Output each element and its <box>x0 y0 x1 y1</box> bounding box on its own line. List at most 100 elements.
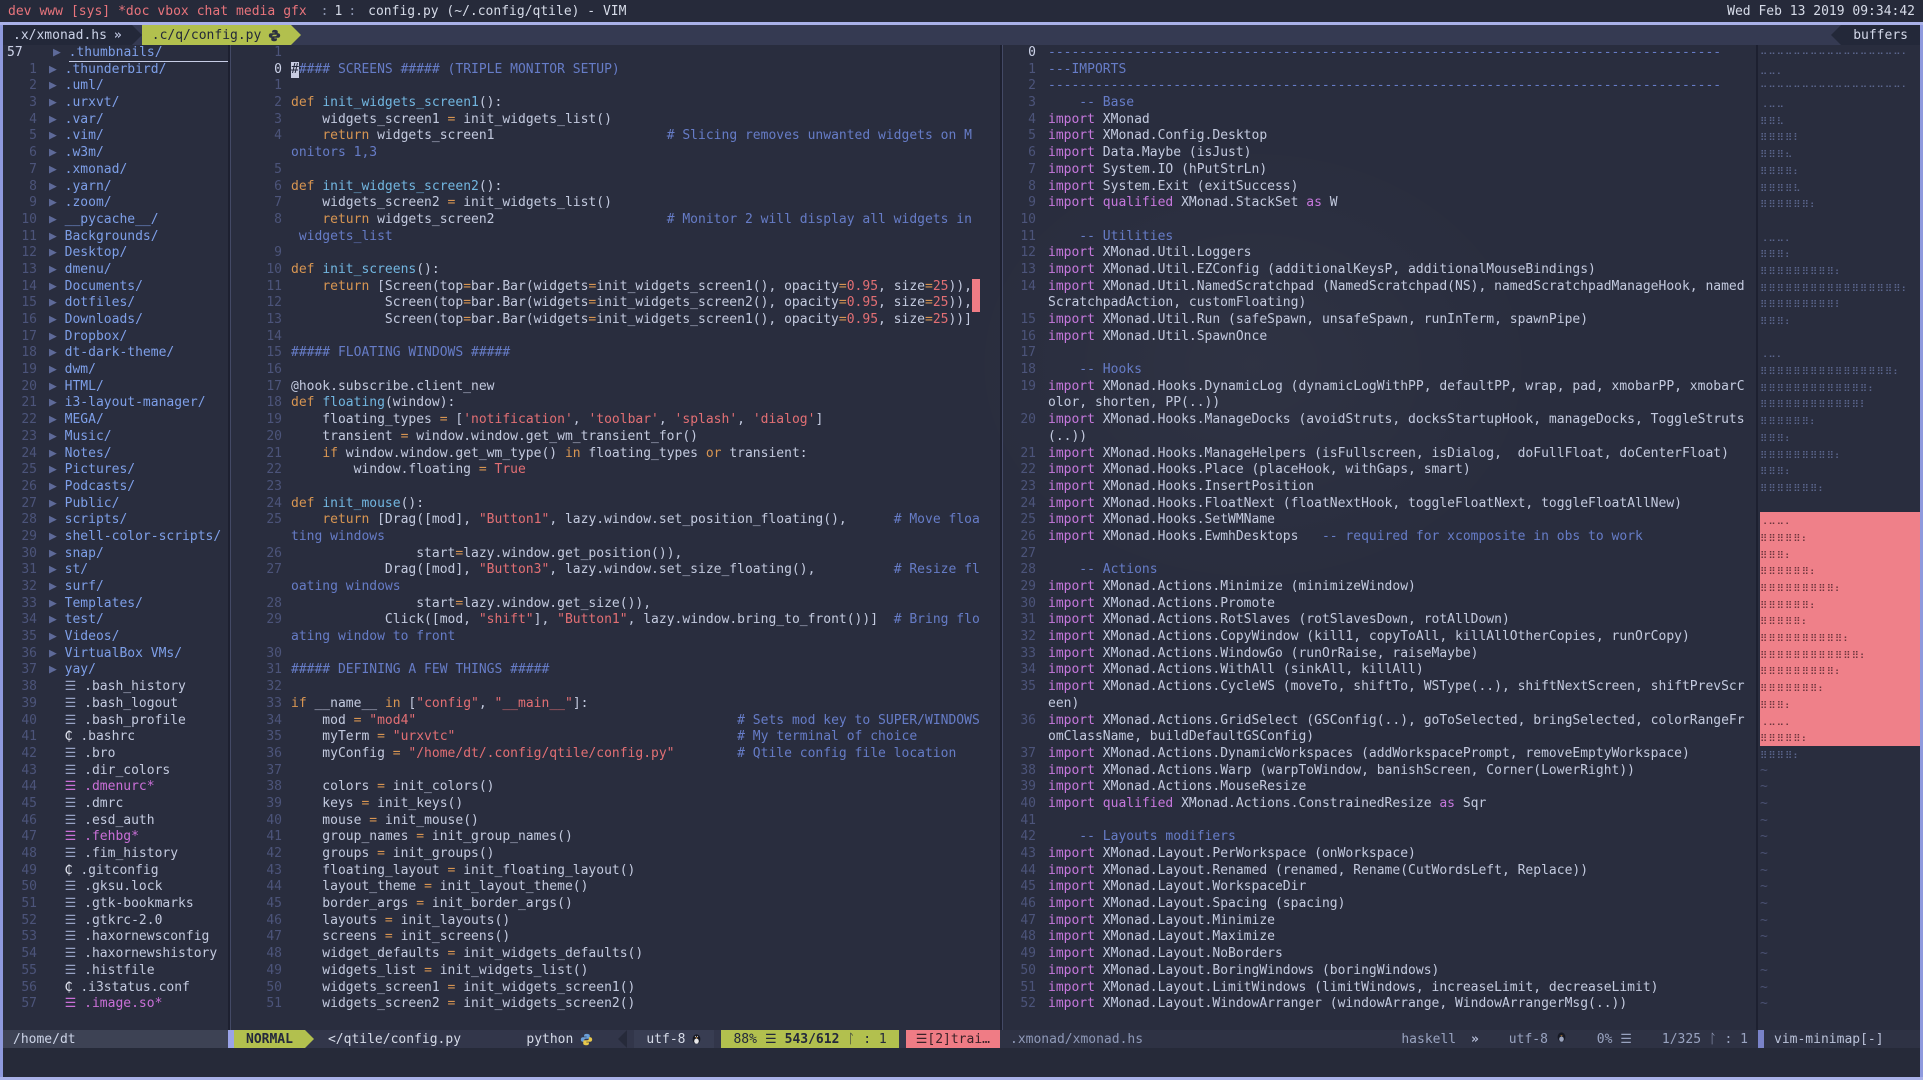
code-line[interactable]: 2---------------------------------------… <box>1006 78 1756 95</box>
code-line[interactable]: 49 widgets_list = init_widgets_list() <box>232 963 1000 980</box>
code-line[interactable]: 45 border_args = init_border_args() <box>232 896 1000 913</box>
code-line[interactable]: 37 <box>232 763 1000 780</box>
code-line[interactable]: 31##### DEFINING A FEW THINGS ##### <box>232 662 1000 679</box>
tree-item[interactable]: 56 ₵ .i3status.conf <box>3 980 228 997</box>
code-line[interactable]: 50import XMonad.Layout.BoringWindows (bo… <box>1006 963 1756 980</box>
code-line[interactable]: 24import XMonad.Hooks.FloatNext (floatNe… <box>1006 496 1756 513</box>
code-line[interactable]: 52import XMonad.Layout.WindowArranger (w… <box>1006 996 1756 1013</box>
tree-item[interactable]: 33▶ Templates/ <box>3 596 228 613</box>
code-line[interactable]: 0##### SCREENS ##### (TRIPLE MONITOR SET… <box>232 62 1000 79</box>
tree-item[interactable]: 43 ☰ .dir_colors <box>3 763 228 780</box>
code-line[interactable]: 4import XMonad <box>1006 112 1756 129</box>
code-line[interactable]: 3 -- Base <box>1006 95 1756 112</box>
tree-item[interactable]: 6▶ .w3m/ <box>3 145 228 162</box>
code-line[interactable]: 7 widgets_screen2 = init_widgets_list() <box>232 195 1000 212</box>
code-line[interactable]: oating windows <box>232 579 1000 596</box>
code-line[interactable]: 17 <box>1006 345 1756 362</box>
code-line[interactable]: 44 layout_theme = init_layout_theme() <box>232 879 1000 896</box>
code-line[interactable]: 5import XMonad.Config.Desktop <box>1006 128 1756 145</box>
code-line[interactable]: 41 group_names = init_group_names() <box>232 829 1000 846</box>
code-line[interactable]: 11 -- Utilities <box>1006 229 1756 246</box>
code-line[interactable]: 21 if window.window.get_wm_type() in flo… <box>232 446 1000 463</box>
tree-item[interactable]: 34▶ test/ <box>3 612 228 629</box>
code-line[interactable]: 16import XMonad.Util.SpawnOnce <box>1006 329 1756 346</box>
workspace-tag[interactable]: media <box>236 4 275 19</box>
tab-xmonad-hs[interactable]: .x/xmonad.hs » <box>3 25 132 45</box>
code-line[interactable]: 14import XMonad.Util.NamedScratchpad (Na… <box>1006 279 1756 296</box>
code-line[interactable]: 34import XMonad.Actions.WithAll (sinkAll… <box>1006 662 1756 679</box>
code-line[interactable]: 6import Data.Maybe (isJust) <box>1006 145 1756 162</box>
tree-item[interactable]: 9▶ .zoom/ <box>3 195 228 212</box>
code-line[interactable]: 22import XMonad.Hooks.Place (placeHook, … <box>1006 462 1756 479</box>
tree-item[interactable]: 42 ☰ .bro <box>3 746 228 763</box>
code-line[interactable]: 37import XMonad.Actions.DynamicWorkspace… <box>1006 746 1756 763</box>
code-line[interactable]: ating window to front <box>232 629 1000 646</box>
code-line[interactable]: ting windows <box>232 529 1000 546</box>
workspace-tags[interactable]: devwww[sys]*docvboxchatmediagfx <box>8 4 315 19</box>
code-line[interactable]: onitors 1,3 <box>232 145 1000 162</box>
workspace-tag[interactable]: dev <box>8 4 31 19</box>
python-editor-pane[interactable]: 10##### SCREENS ##### (TRIPLE MONITOR SE… <box>232 45 1000 1030</box>
tree-item[interactable]: 48 ☰ .fim_history <box>3 846 228 863</box>
workspace-tag[interactable]: *doc <box>118 4 149 19</box>
code-line[interactable]: 1 <box>232 45 1000 62</box>
code-line[interactable]: 19import XMonad.Hooks.DynamicLog (dynami… <box>1006 379 1756 396</box>
tree-item[interactable]: 18▶ dt-dark-theme/ <box>3 345 228 362</box>
code-line[interactable]: 18 -- Hooks <box>1006 362 1756 379</box>
code-line[interactable]: 25 return [Drag([mod], "Button1", lazy.w… <box>232 512 1000 529</box>
tree-item[interactable]: 15▶ dotfiles/ <box>3 295 228 312</box>
tree-item[interactable]: 16▶ Downloads/ <box>3 312 228 329</box>
code-line[interactable]: 1 <box>232 78 1000 95</box>
code-line[interactable]: 48import XMonad.Layout.Maximize <box>1006 929 1756 946</box>
tree-item[interactable]: 44 ☰ .dmenurc* <box>3 779 228 796</box>
tree-item[interactable]: 17▶ Dropbox/ <box>3 329 228 346</box>
workspace-tag[interactable]: [sys] <box>71 4 110 19</box>
tree-item[interactable]: 40 ☰ .bash_profile <box>3 713 228 730</box>
tree-item[interactable]: 21▶ i3-layout-manager/ <box>3 395 228 412</box>
code-line[interactable]: 21import XMonad.Hooks.ManageHelpers (isF… <box>1006 446 1756 463</box>
code-line[interactable]: 32 <box>232 679 1000 696</box>
file-tree-pane[interactable]: 57▶ .thumbnails/1▶ .thunderbird/2▶ .uml/… <box>3 45 228 1030</box>
code-line[interactable]: 8import System.Exit (exitSuccess) <box>1006 179 1756 196</box>
tree-item[interactable]: 35▶ Videos/ <box>3 629 228 646</box>
code-line[interactable]: 51 widgets_screen2 = init_widgets_screen… <box>232 996 1000 1013</box>
code-line[interactable]: 11 return [Screen(top=bar.Bar(widgets=in… <box>232 279 1000 296</box>
code-line[interactable]: 10 <box>1006 212 1756 229</box>
code-line[interactable]: 8 return widgets_screen2 # Monitor 2 wil… <box>232 212 1000 229</box>
code-line[interactable]: 3 widgets_screen1 = init_widgets_list() <box>232 112 1000 129</box>
tree-item[interactable]: 24▶ Notes/ <box>3 446 228 463</box>
code-line[interactable]: 9 <box>232 245 1000 262</box>
code-line[interactable]: 12import XMonad.Util.Loggers <box>1006 245 1756 262</box>
tree-item[interactable]: 41 ₵ .bashrc <box>3 729 228 746</box>
code-line[interactable]: 36import XMonad.Actions.GridSelect (GSCo… <box>1006 713 1756 730</box>
tree-item[interactable]: 54 ☰ .haxornewshistory <box>3 946 228 963</box>
tree-item[interactable]: 38 ☰ .bash_history <box>3 679 228 696</box>
workspace-tag[interactable]: vbox <box>157 4 188 19</box>
tree-item[interactable]: 50 ☰ .gksu.lock <box>3 879 228 896</box>
code-line[interactable]: 41 <box>1006 813 1756 830</box>
tree-item[interactable]: 47 ☰ .fehbg* <box>3 829 228 846</box>
code-line[interactable]: olor, shorten, PP(..)) <box>1006 395 1756 412</box>
code-line[interactable]: 14 <box>232 329 1000 346</box>
code-line[interactable]: 38import XMonad.Actions.Warp (warpToWind… <box>1006 763 1756 780</box>
code-line[interactable]: 28 start=lazy.window.get_size()), <box>232 596 1000 613</box>
code-line[interactable]: 36 myConfig = "/home/dt/.config/qtile/co… <box>232 746 1000 763</box>
code-line[interactable]: 23 <box>232 479 1000 496</box>
code-line[interactable]: 46 layouts = init_layouts() <box>232 913 1000 930</box>
code-line[interactable]: 27 <box>1006 546 1756 563</box>
code-line[interactable]: 27 Drag([mod], "Button3", lazy.window.se… <box>232 562 1000 579</box>
code-line[interactable]: 29import XMonad.Actions.Minimize (minimi… <box>1006 579 1756 596</box>
code-line[interactable]: 31import XMonad.Actions.RotSlaves (rotSl… <box>1006 612 1756 629</box>
tree-item[interactable]: 3▶ .urxvt/ <box>3 95 228 112</box>
tree-item[interactable]: 46 ☰ .esd_auth <box>3 813 228 830</box>
tree-item[interactable]: 37▶ yay/ <box>3 662 228 679</box>
tree-item[interactable]: 7▶ .xmonad/ <box>3 162 228 179</box>
vertical-split[interactable] <box>1756 45 1758 1030</box>
code-line[interactable]: een) <box>1006 696 1756 713</box>
tree-item[interactable]: 23▶ Music/ <box>3 429 228 446</box>
code-line[interactable]: 26import XMonad.Hooks.EwmhDesktops -- re… <box>1006 529 1756 546</box>
code-line[interactable]: 35import XMonad.Actions.CycleWS (moveTo,… <box>1006 679 1756 696</box>
code-line[interactable]: 9import qualified XMonad.StackSet as W <box>1006 195 1756 212</box>
code-line[interactable]: 25import XMonad.Hooks.SetWMName <box>1006 512 1756 529</box>
tree-item[interactable]: 10▶ __pycache__/ <box>3 212 228 229</box>
